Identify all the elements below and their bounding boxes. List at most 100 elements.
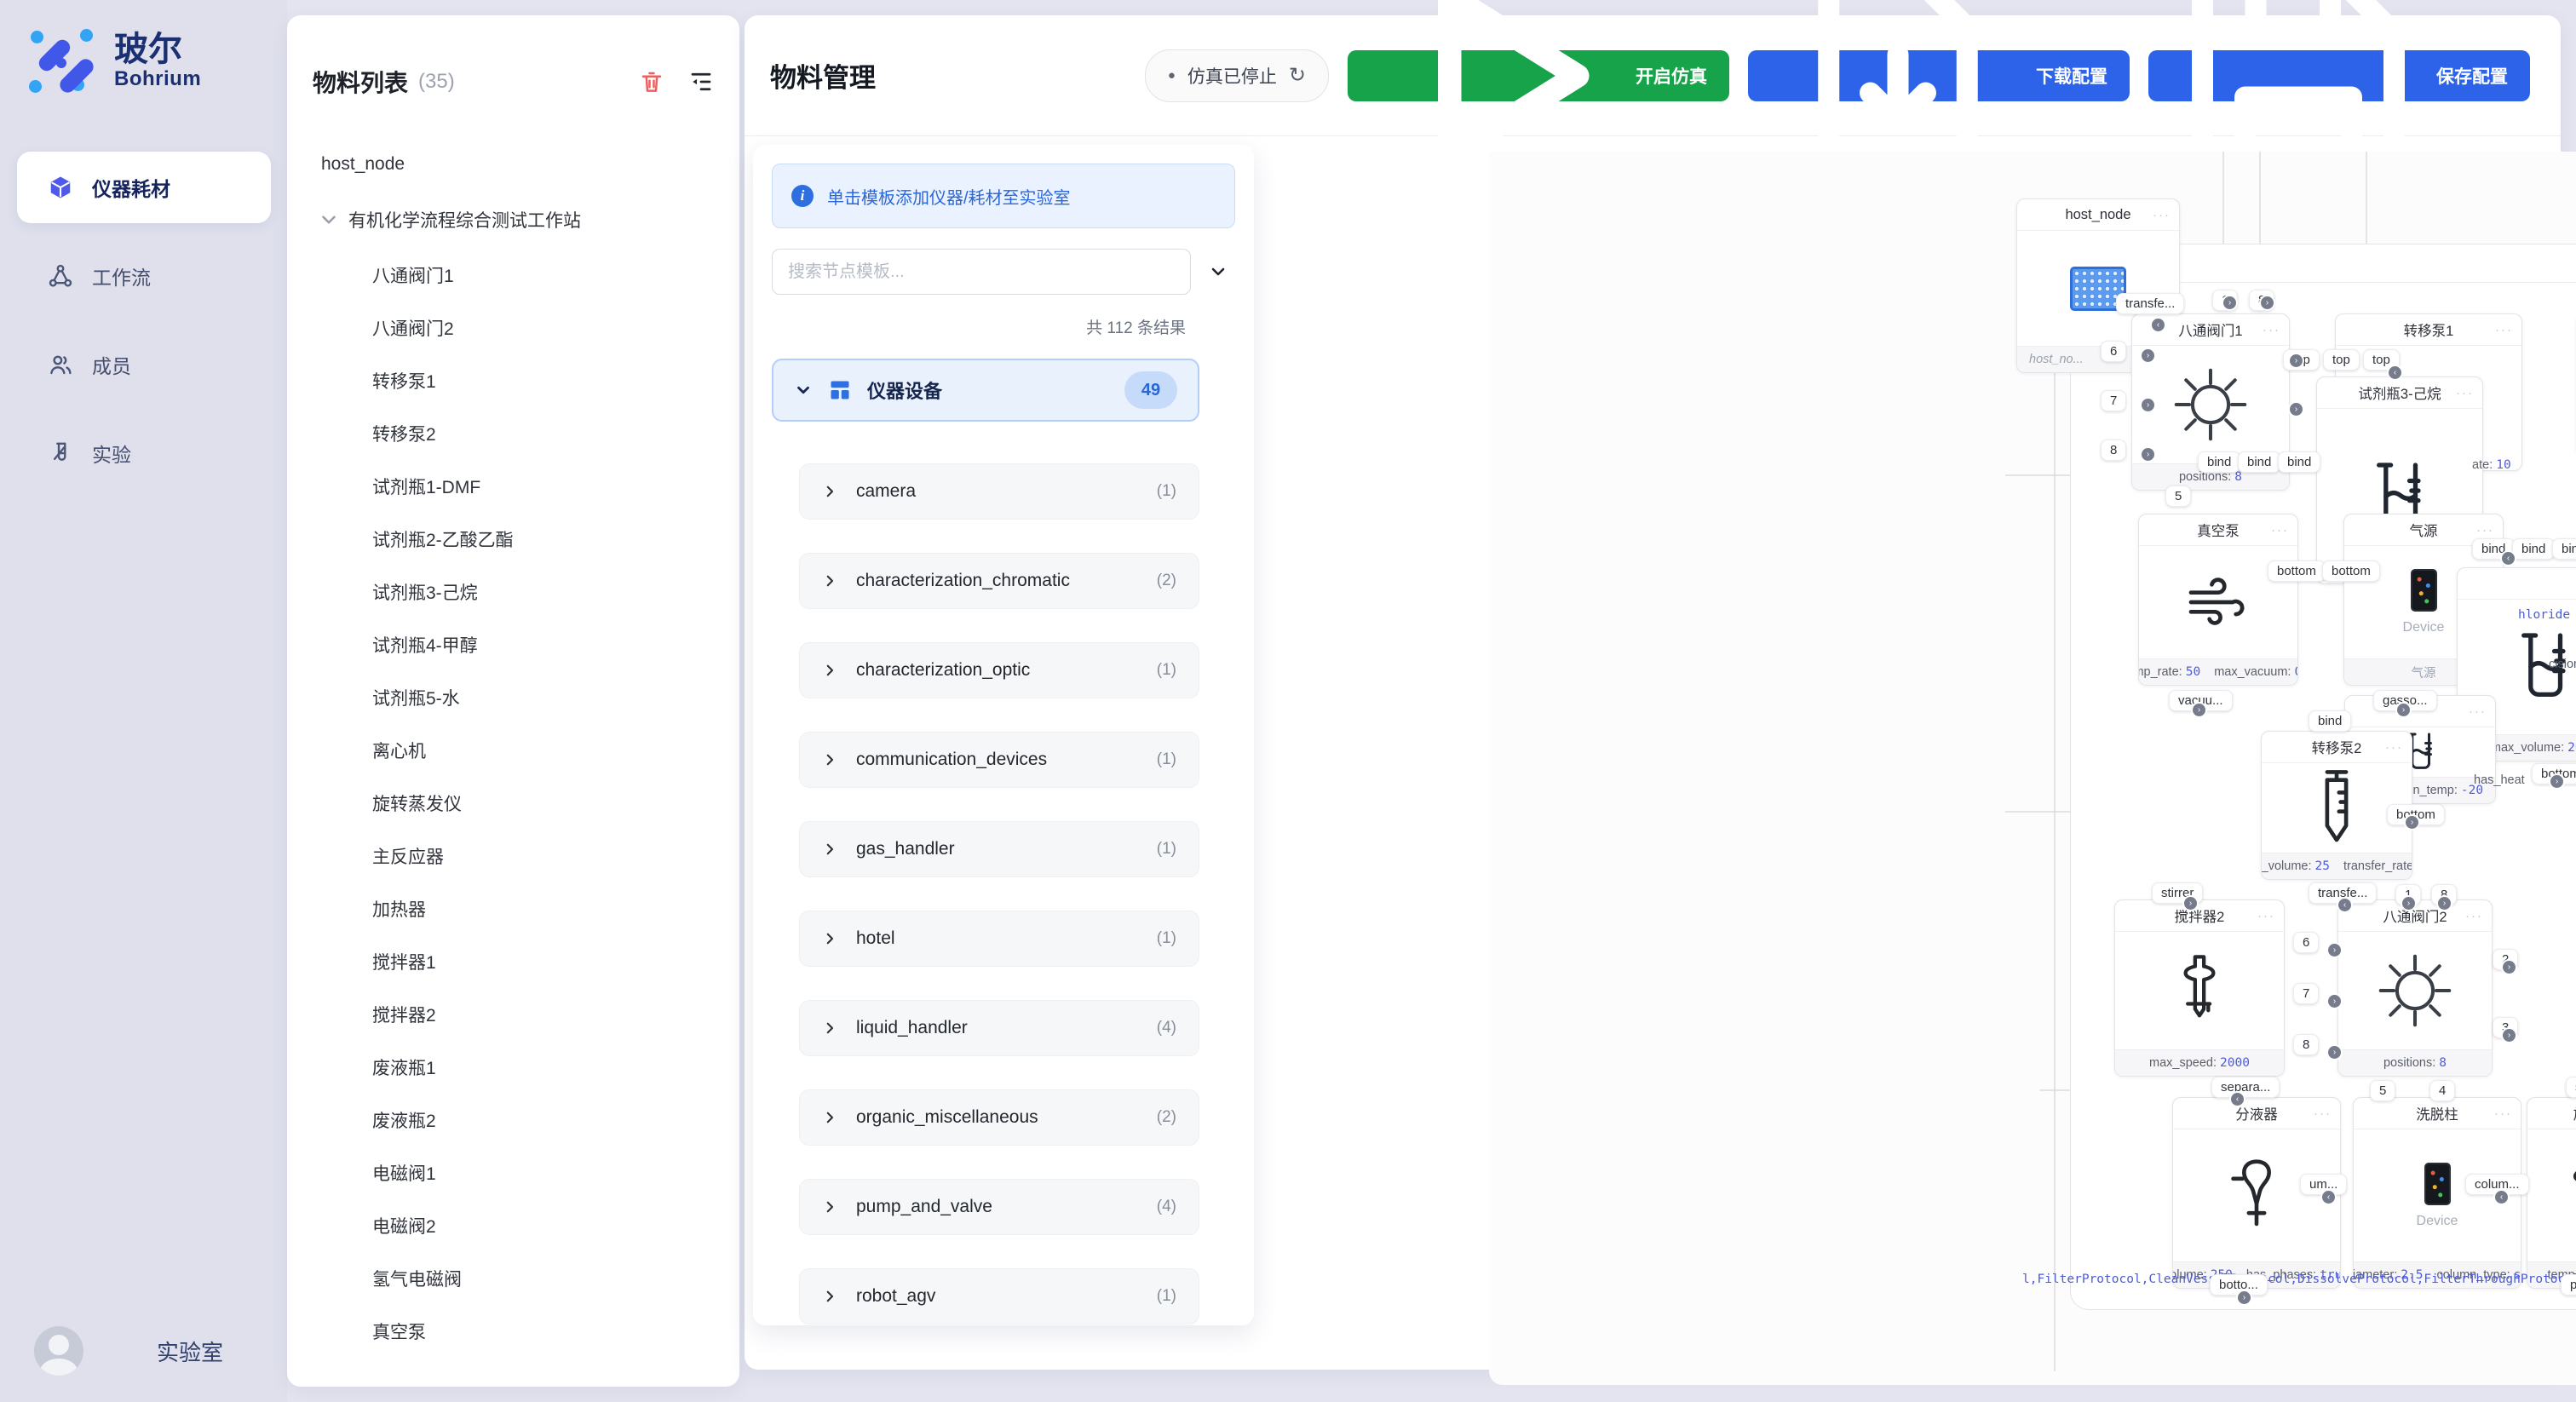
node-menu-icon[interactable]: ··· xyxy=(2469,696,2487,727)
port-handle[interactable]: › xyxy=(2503,1029,2516,1042)
port-chip[interactable]: sample... xyxy=(2566,1077,2576,1098)
tree-item[interactable]: 试剂瓶3-己烷 xyxy=(287,566,739,618)
port-handle[interactable]: › xyxy=(2184,897,2197,910)
tree-item[interactable]: 转移泵2 xyxy=(287,407,739,460)
tree-item[interactable]: 加热器 xyxy=(287,882,739,935)
port-chip[interactable]: 5 xyxy=(2370,1080,2395,1101)
port-chip[interactable]: 7 xyxy=(2101,390,2126,411)
sidebar-item-workflow[interactable]: 工作流 xyxy=(17,245,271,307)
node-menu-icon[interactable]: ··· xyxy=(2494,1098,2512,1129)
sidebar-item-cube[interactable]: 仪器耗材 xyxy=(17,152,271,223)
port-handle[interactable]: › xyxy=(2503,961,2516,974)
start-simulation-button[interactable]: 开启仿真 xyxy=(1348,50,1729,101)
port-handle[interactable]: › xyxy=(2397,704,2410,716)
template-item-robot_agv[interactable]: robot_agv(1) xyxy=(799,1268,1199,1324)
trash-icon[interactable] xyxy=(639,69,664,95)
port-handle[interactable]: › xyxy=(2406,816,2418,829)
port-handle[interactable]: ‹ xyxy=(2152,319,2165,331)
chevron-down-icon[interactable] xyxy=(1201,261,1235,282)
port-chip[interactable]: 5 xyxy=(2165,486,2191,507)
sidebar-item-flask[interactable]: 实验 xyxy=(17,422,271,484)
port-handle[interactable]: › xyxy=(2290,354,2303,367)
template-item-camera[interactable]: camera(1) xyxy=(799,463,1199,520)
port-chip[interactable]: bind xyxy=(2552,538,2576,560)
canvas-node[interactable]: 旋转蒸发仪···temp: 180max_rota xyxy=(2527,1097,2576,1289)
tree-item[interactable]: 试剂瓶2-乙酸乙酯 xyxy=(287,513,739,566)
port-handle[interactable]: ‹ xyxy=(2502,552,2515,565)
port-chip[interactable]: bottom xyxy=(2322,560,2380,582)
canvas-node[interactable]: 真空泵···pump_rate: 50max_vacuum: 0.1 xyxy=(2138,514,2298,686)
port-handle[interactable]: › xyxy=(2193,704,2205,716)
port-chip[interactable]: top xyxy=(2323,349,2360,371)
template-item-gas_handler[interactable]: gas_handler(1) xyxy=(799,821,1199,877)
port-handle[interactable]: › xyxy=(2438,897,2451,910)
refresh-icon[interactable]: ↻ xyxy=(1289,63,1306,88)
tree-item[interactable]: 搅拌器1 xyxy=(287,935,739,988)
category-row-instruments[interactable]: 仪器设备 49 xyxy=(772,359,1199,422)
tree-group-workstation[interactable]: 有机化学流程综合测试工作站 xyxy=(287,191,739,249)
tree-item[interactable]: 八通阀门2 xyxy=(287,302,739,354)
tree-item[interactable]: 主反应器 xyxy=(287,830,739,882)
template-item-communication_devices[interactable]: communication_devices(1) xyxy=(799,732,1199,788)
sidebar-item-lab[interactable]: 实验室 xyxy=(118,1336,223,1367)
chevron-down-icon[interactable] xyxy=(318,209,340,231)
port-handle[interactable]: ‹ xyxy=(2231,1093,2244,1106)
template-item-organic_miscellaneous[interactable]: organic_miscellaneous(2) xyxy=(799,1089,1199,1146)
tree-item[interactable]: 电磁阀1 xyxy=(287,1146,739,1199)
port-handle[interactable]: › xyxy=(2328,944,2341,957)
port-chip[interactable]: 6 xyxy=(2293,932,2319,953)
tree-item[interactable]: 八通阀门1 xyxy=(287,249,739,302)
tree-item[interactable]: 真空泵 xyxy=(287,1305,739,1358)
node-menu-icon[interactable]: ··· xyxy=(2385,732,2403,762)
node-menu-icon[interactable]: ··· xyxy=(2314,1098,2332,1129)
canvas-node[interactable]: 八通阀门2···positions: 8 xyxy=(2337,899,2493,1077)
tree-item[interactable]: 离心机 xyxy=(287,724,739,777)
canvas-node[interactable]: 搅拌器2···max_speed: 2000 xyxy=(2114,899,2285,1077)
port-chip[interactable]: bind xyxy=(2238,451,2280,473)
tree-item[interactable]: 搅拌器2 xyxy=(287,988,739,1041)
tree-item[interactable]: 旋转蒸发仪 xyxy=(287,777,739,830)
sidebar-item-users[interactable]: 成员 xyxy=(17,334,271,395)
port-chip[interactable]: bind xyxy=(2278,451,2320,473)
tree-item[interactable]: 试剂瓶5-水 xyxy=(287,671,739,724)
node-menu-icon[interactable]: ··· xyxy=(2495,314,2513,345)
node-menu-icon[interactable]: ··· xyxy=(2465,900,2483,931)
port-chip[interactable]: transfe... xyxy=(2116,293,2184,314)
node-menu-icon[interactable]: ··· xyxy=(2263,314,2280,345)
port-chip[interactable]: 7 xyxy=(2293,983,2319,1004)
port-handle[interactable]: ‹ xyxy=(2322,1191,2335,1204)
port-handle[interactable]: › xyxy=(2402,897,2415,910)
tree-item-root[interactable]: host_node xyxy=(287,138,739,191)
search-input[interactable] xyxy=(772,249,1191,295)
port-chip[interactable]: botto... xyxy=(2210,1274,2268,1296)
tree-item[interactable]: 氢气电磁阀 xyxy=(287,1252,739,1305)
collapse-panel-icon[interactable] xyxy=(688,69,714,95)
node-menu-icon[interactable]: ··· xyxy=(2271,514,2289,545)
flow-canvas[interactable]: 有机化学流程综合测试工作站host_node···host_no...八通阀门1… xyxy=(1489,152,2576,1385)
port-chip[interactable]: 8 xyxy=(2101,440,2126,461)
tree-item[interactable]: 废液瓶2 xyxy=(287,1094,739,1146)
port-handle[interactable]: ‹ xyxy=(2389,366,2401,379)
tree-item[interactable]: 电磁阀2 xyxy=(287,1199,739,1252)
avatar[interactable] xyxy=(34,1326,83,1376)
port-handle[interactable]: › xyxy=(2238,1291,2251,1304)
port-handle[interactable]: › xyxy=(2550,775,2563,788)
port-handle[interactable]: › xyxy=(2328,995,2341,1008)
node-menu-icon[interactable]: ··· xyxy=(2456,377,2474,408)
save-config-button[interactable]: 保存配置 xyxy=(2148,50,2530,101)
port-handle[interactable]: › xyxy=(2328,1046,2341,1059)
port-handle[interactable]: › xyxy=(2142,349,2154,362)
tree-item[interactable]: 试剂瓶4-甲醇 xyxy=(287,618,739,671)
node-menu-icon[interactable]: ··· xyxy=(2153,199,2171,230)
template-item-hotel[interactable]: hotel(1) xyxy=(799,911,1199,967)
port-chip[interactable]: produc... xyxy=(2561,1274,2576,1296)
template-item-characterization_chromatic[interactable]: characterization_chromatic(2) xyxy=(799,553,1199,609)
port-handle[interactable]: ‹ xyxy=(2338,899,2351,911)
port-chip[interactable]: 6 xyxy=(2101,341,2126,362)
port-handle[interactable]: ‹ xyxy=(2495,1191,2508,1204)
port-chip[interactable]: bottom xyxy=(2268,560,2326,582)
port-chip[interactable]: bind xyxy=(2198,451,2240,473)
port-handle[interactable]: › xyxy=(2261,296,2274,309)
port-chip[interactable]: bind xyxy=(2512,538,2555,560)
template-item-characterization_optic[interactable]: characterization_optic(1) xyxy=(799,642,1199,698)
